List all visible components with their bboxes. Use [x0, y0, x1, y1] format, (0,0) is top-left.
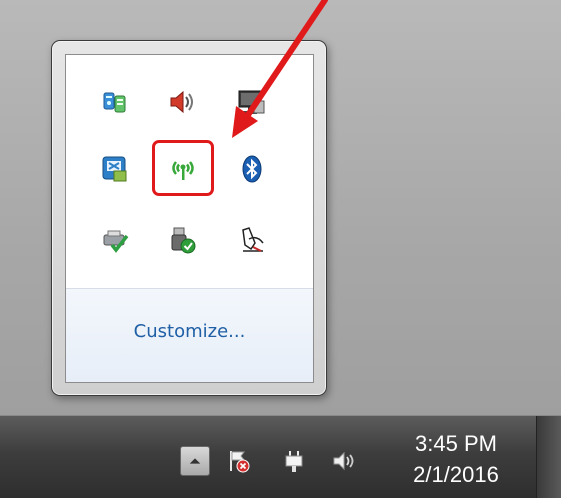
show-hidden-icons-button[interactable]: [180, 446, 210, 476]
tablet-pen-icon[interactable]: [230, 218, 274, 262]
volume-icon[interactable]: [330, 447, 358, 475]
show-desktop-button[interactable]: [536, 416, 561, 498]
taskbar-clock[interactable]: 3:45 PM 2/1/2016: [398, 428, 514, 490]
speaker-muted-icon[interactable]: [160, 80, 204, 124]
action-center-flag-icon[interactable]: [225, 447, 253, 475]
clock-time: 3:45 PM: [415, 431, 497, 456]
tray-overflow-panel: Customize...: [65, 54, 314, 383]
usb-safely-remove-icon[interactable]: [160, 218, 204, 262]
tray-overflow-flyout: Customize...: [51, 40, 327, 396]
printer-check-icon[interactable]: [93, 218, 137, 262]
monitor-icon[interactable]: [229, 80, 273, 124]
clock-date: 2/1/2016: [413, 462, 499, 487]
bluetooth-icon[interactable]: [230, 147, 274, 191]
customize-section: Customize...: [66, 288, 313, 382]
wireless-icon-highlight-box: [152, 140, 214, 196]
customize-link[interactable]: Customize...: [66, 321, 313, 342]
taskbar: 3:45 PM 2/1/2016: [0, 415, 561, 498]
device-manager-icon[interactable]: [93, 80, 137, 124]
remote-desktop-icon[interactable]: [93, 147, 137, 191]
chevron-up-icon: [189, 458, 201, 464]
power-plug-icon[interactable]: [280, 447, 308, 475]
